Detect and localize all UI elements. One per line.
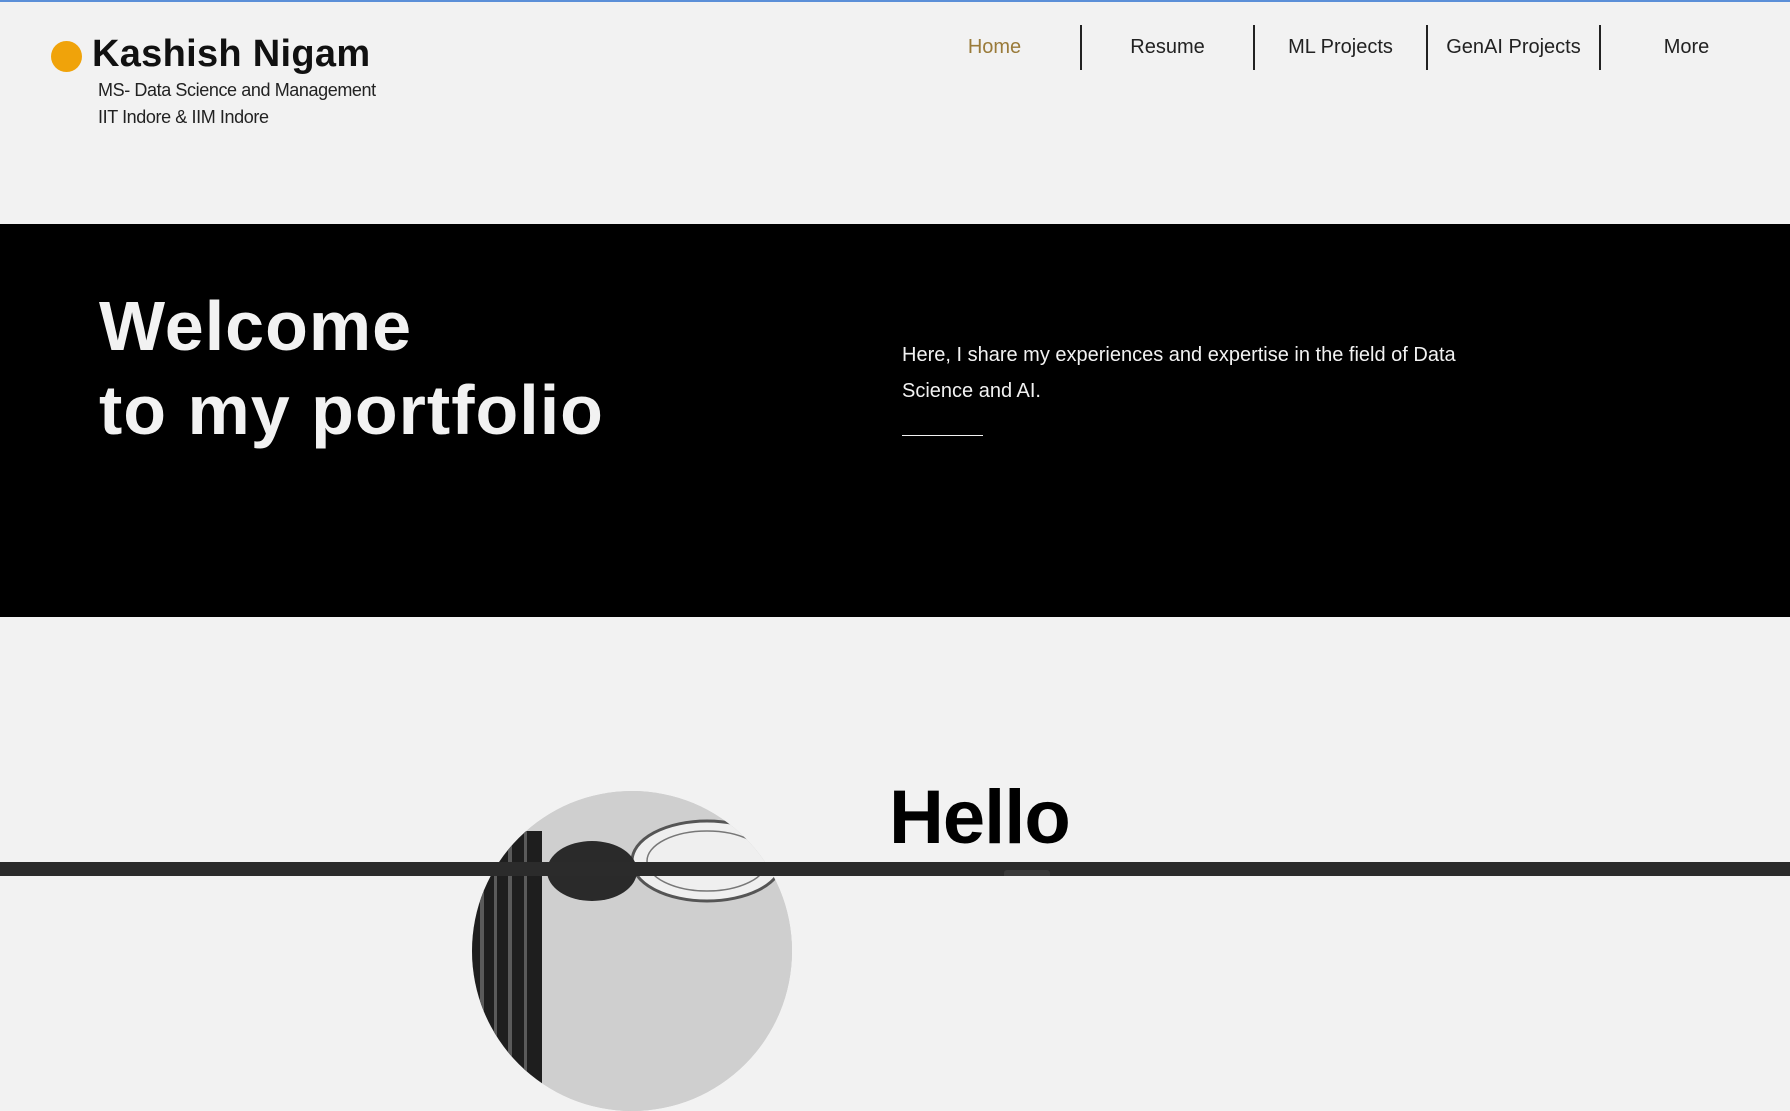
nav-genai-projects[interactable]: GenAI Projects: [1428, 25, 1599, 70]
site-title[interactable]: Kashish Nigam: [92, 33, 370, 76]
brand-dot-icon: [51, 41, 82, 72]
hero-title: Welcome to my portfolio: [99, 284, 604, 452]
nav-ml-projects[interactable]: ML Projects: [1255, 25, 1426, 70]
hero-title-line1: Welcome: [99, 287, 413, 365]
hero-description: Here, I share my experiences and experti…: [902, 344, 1456, 402]
hero-divider: [902, 435, 983, 436]
site-subtitle-line1: MS- Data Science and Management: [98, 80, 376, 100]
nav-more[interactable]: More: [1601, 25, 1772, 70]
profile-photo: [472, 791, 792, 1111]
site-subtitle-line2: IIT Indore & IIM Indore: [98, 107, 269, 127]
scroll-indicator: [1004, 870, 1050, 876]
top-border: [0, 0, 1790, 2]
browser-status-bar: [0, 862, 1790, 876]
nav-resume[interactable]: Resume: [1082, 25, 1253, 70]
nav-home[interactable]: Home: [909, 25, 1080, 70]
main-nav: Home Resume ML Projects GenAI Projects M…: [909, 25, 1772, 70]
hello-heading: Hello: [889, 775, 1071, 860]
hero-section: Welcome to my portfolio Here, I share my…: [0, 224, 1790, 617]
hero-title-line2: to my portfolio: [99, 371, 604, 449]
